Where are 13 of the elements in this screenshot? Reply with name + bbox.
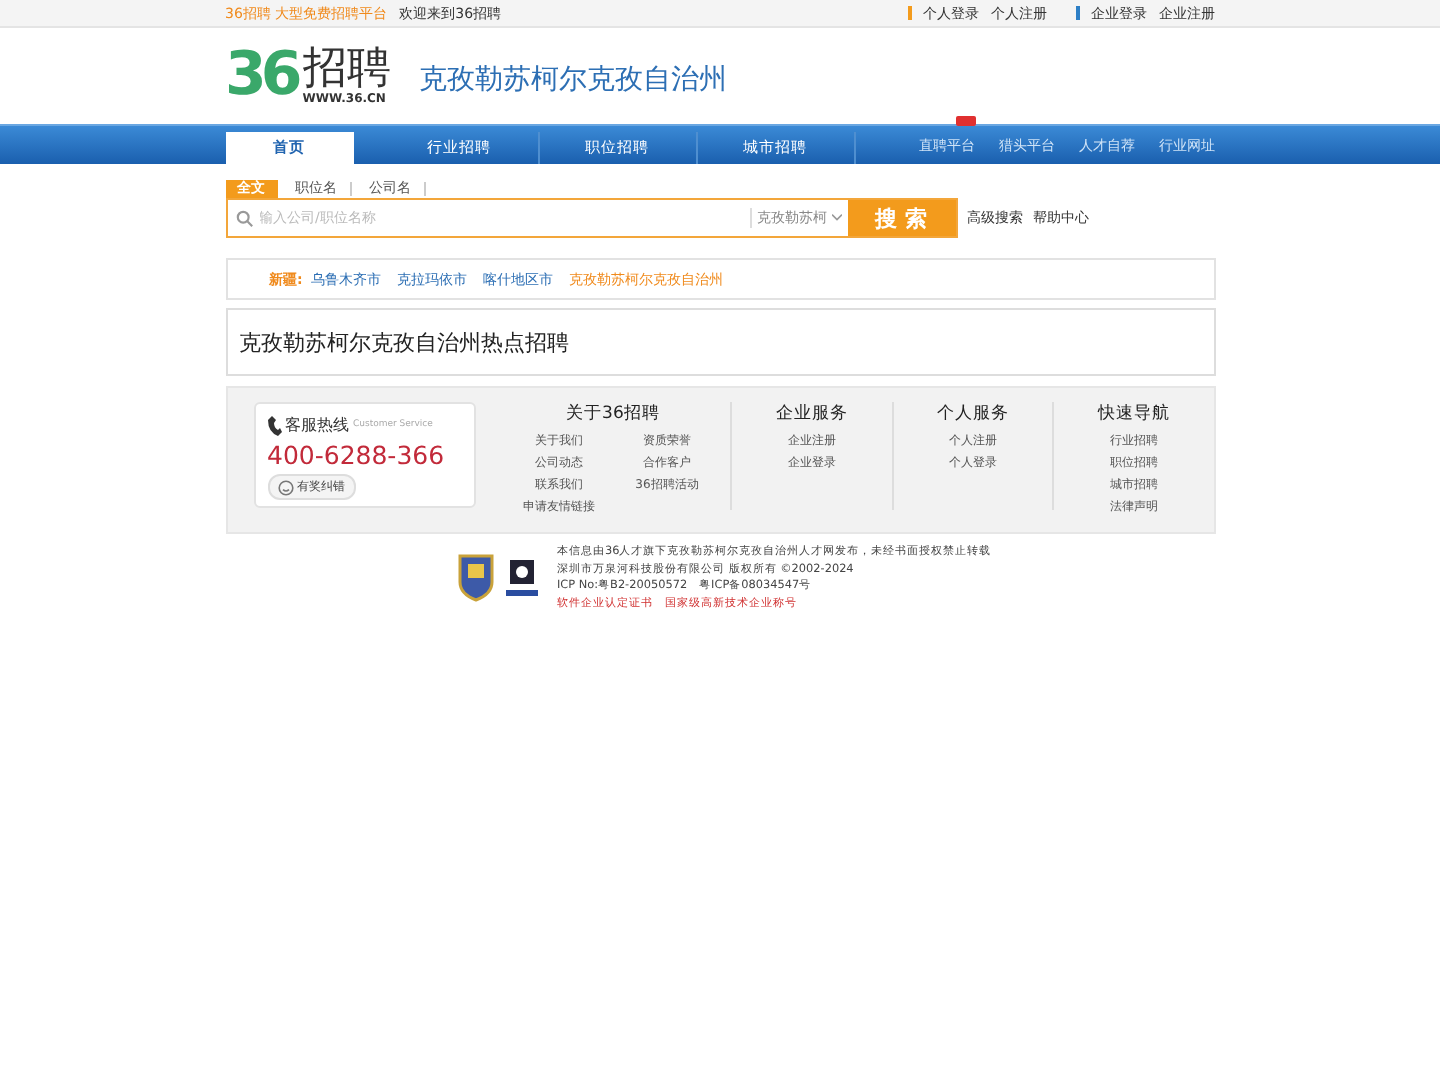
phone-icon [267,415,281,435]
smile-icon [277,479,293,495]
logo-text[interactable]: 招聘 [302,45,391,93]
region-title: 克孜勒苏柯尔克孜自治州 [418,62,727,98]
phone-number: 400-6288-366 [267,438,447,472]
footer-heading: 个人服务 [936,402,1009,426]
certificate-emblem-icon [503,556,539,600]
footer-heading: 企业服务 [775,402,848,426]
footer-heading: 快速导航 [1097,402,1170,426]
hotline-label: 客服热线 [285,414,349,436]
hot-title: 克孜勒苏柯尔克孜自治州热点招聘 [239,327,569,357]
badge-emblem-icon [457,554,493,602]
footer-heading: 关于36招聘 [566,402,660,426]
